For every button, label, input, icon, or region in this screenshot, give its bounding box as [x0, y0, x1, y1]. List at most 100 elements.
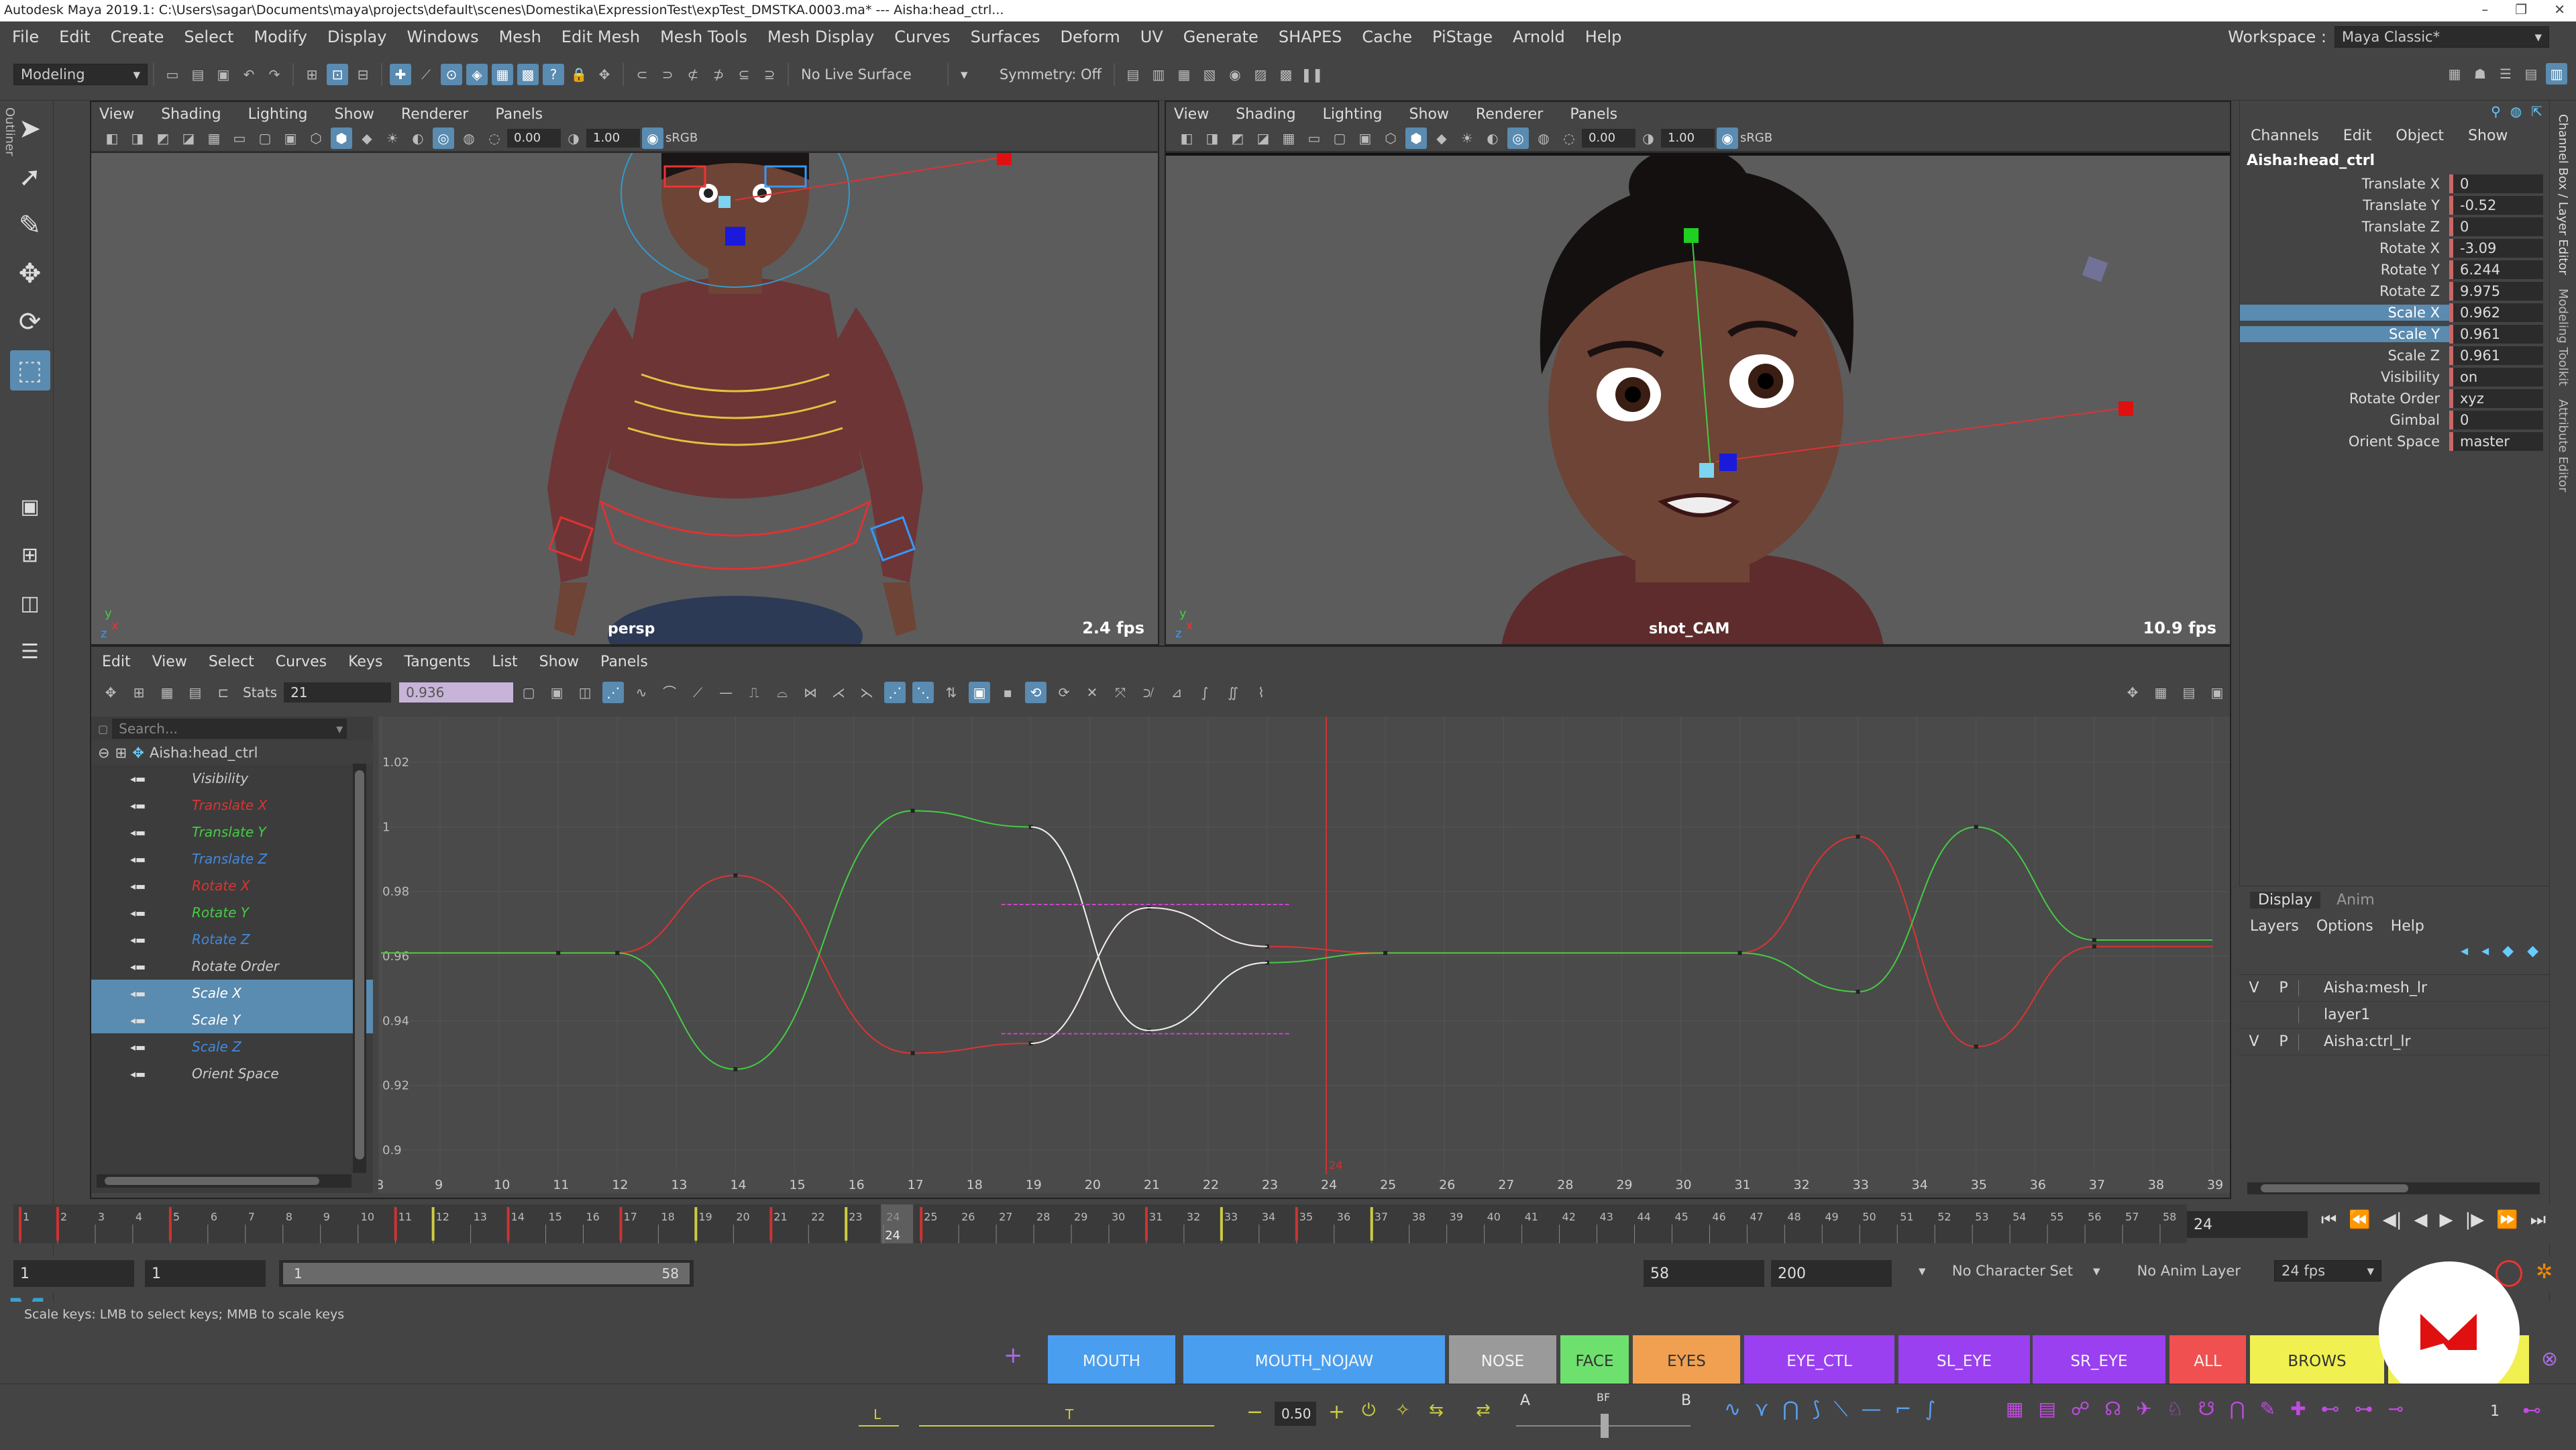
film-gate-icon[interactable]: ▭	[229, 127, 250, 149]
curve-shape-5-icon[interactable]: ⟍	[1833, 1398, 1847, 1421]
channelbox-menu-object[interactable]: Object	[2396, 127, 2444, 144]
channel-name[interactable]: Scale Y	[2240, 326, 2449, 342]
decrease-icon[interactable]: −	[1246, 1400, 1263, 1424]
layer-name[interactable]: layer1	[2318, 1006, 2370, 1023]
layer-name[interactable]: Aisha:mesh_lr	[2318, 980, 2427, 996]
curve-item-translate-x[interactable]: ◂▬ Translate X	[91, 792, 373, 819]
magnet-point-icon[interactable]: ⊄	[682, 64, 704, 85]
menu-arnold[interactable]: Arnold	[1513, 28, 1565, 46]
keyframe[interactable]	[556, 951, 561, 955]
keyframe[interactable]	[2092, 944, 2096, 949]
render-frame-icon[interactable]: ▥	[1148, 64, 1169, 85]
layer-visibility-toggle[interactable]: V	[2239, 1033, 2269, 1050]
menu-curves[interactable]: Curves	[894, 28, 950, 46]
ipr-render-icon[interactable]: ▦	[1173, 64, 1195, 85]
go-to-start-icon[interactable]: ⏮	[2321, 1210, 2337, 1231]
jaw-control[interactable]	[725, 227, 745, 246]
key-tick[interactable]	[694, 1207, 698, 1241]
linear-tangent-icon[interactable]: ⟋	[687, 682, 708, 703]
channel-value[interactable]: -3.09	[2449, 239, 2543, 258]
menu-display[interactable]: Display	[327, 28, 386, 46]
keyframe[interactable]	[1974, 1044, 1978, 1049]
curve-item-visibility[interactable]: ◂▬ Visibility	[91, 765, 373, 792]
menu-mesh[interactable]: Mesh	[499, 28, 541, 46]
expand-icon[interactable]: ⇱	[2531, 103, 2542, 119]
menu-windows[interactable]: Windows	[407, 28, 478, 46]
graph-menu-keys[interactable]: Keys	[348, 654, 382, 670]
channel-row-rotate-z[interactable]: Rotate Z 9.975	[2240, 280, 2549, 302]
bookmark-icon[interactable]: ◩	[1227, 127, 1248, 149]
add-shelf-button-icon[interactable]: +	[1004, 1342, 1023, 1369]
layer-name[interactable]: Aisha:ctrl_lr	[2318, 1033, 2411, 1050]
go-to-end-icon[interactable]: ⏭	[2530, 1210, 2546, 1231]
channelbox-menu-show[interactable]: Show	[2468, 127, 2508, 144]
keyframe[interactable]	[2092, 937, 2096, 942]
shelf-button-eye_ctl[interactable]: EYE_CTL	[1744, 1335, 1894, 1388]
resolution-gate-icon[interactable]: ▢	[1329, 127, 1350, 149]
menu-shapes[interactable]: SHAPES	[1279, 28, 1342, 46]
character-controls-icon[interactable]: ☗	[2469, 63, 2491, 85]
camera-icon[interactable]: ◧	[1176, 127, 1197, 149]
graph-menu-show[interactable]: Show	[539, 654, 579, 670]
lock-tangent-icon[interactable]: ⋱	[912, 682, 934, 703]
curve-item-orient-space[interactable]: ◂▬ Orient Space	[91, 1060, 373, 1087]
gate-mask-icon[interactable]: ▣	[1354, 127, 1376, 149]
curve-item-translate-y[interactable]: ◂▬ Translate Y	[91, 819, 373, 845]
head-y-control[interactable]	[1684, 228, 1699, 243]
buffer-curve-icon[interactable]: ⋈	[800, 682, 821, 703]
flat-tangent-icon[interactable]: —	[715, 682, 737, 703]
curve-shape-2-icon[interactable]: ⋎	[1754, 1398, 1769, 1421]
gamma-field[interactable]: 1.00	[586, 128, 640, 148]
tool-settings-icon[interactable]: ▤	[2520, 63, 2542, 85]
smooth-icon[interactable]: ∫	[1194, 682, 1216, 703]
channelbox-menu-channels[interactable]: Channels	[2251, 127, 2319, 144]
keyframe[interactable]	[1856, 834, 1860, 839]
channel-name[interactable]: Gimbal	[2240, 412, 2449, 428]
curve-shape-1-icon[interactable]: ∿	[1724, 1398, 1741, 1421]
select-hierarchy-icon[interactable]: ⊞	[301, 64, 323, 85]
redo-icon[interactable]: ↷	[264, 64, 285, 85]
layer-color-swatch[interactable]	[2298, 980, 2318, 996]
lights-icon[interactable]: ☀	[1456, 127, 1478, 149]
curve-item-rotate-y[interactable]: ◂▬ Rotate Y	[91, 899, 373, 926]
unify-tangent-icon[interactable]: ⋋	[856, 682, 877, 703]
viewport-menu-show[interactable]: Show	[335, 106, 374, 123]
layer-scrollbar[interactable]	[2247, 1182, 2540, 1194]
expand-icon[interactable]: ⊷	[2522, 1399, 2541, 1421]
graph-menu-curves[interactable]: Curves	[276, 654, 327, 670]
outliner-vscroll[interactable]	[353, 764, 366, 1173]
pose-tool-13-icon[interactable]: ⊸	[2388, 1398, 2404, 1420]
isolate-icon[interactable]: ◎	[1507, 127, 1529, 149]
menu-create[interactable]: Create	[111, 28, 164, 46]
key-tick[interactable]	[1295, 1207, 1298, 1241]
modeling-toolkit-icon[interactable]: ▦	[2444, 63, 2465, 85]
graph-menu-select[interactable]: Select	[209, 654, 254, 670]
textured-icon[interactable]: ◆	[1431, 127, 1452, 149]
anim-prefs-icon[interactable]: ✲	[2536, 1260, 2553, 1284]
curve-shape-6-icon[interactable]: —	[1861, 1398, 1881, 1421]
smooth-shade-icon[interactable]: ⬢	[1405, 127, 1427, 149]
channel-row-orient-space[interactable]: Orient Space master	[2240, 431, 2549, 452]
channel-value[interactable]: 0	[2449, 217, 2543, 236]
channel-name[interactable]: Orient Space	[2240, 433, 2449, 450]
pose-tool-10-icon[interactable]: ✚	[2290, 1398, 2306, 1420]
viewport-persp[interactable]: View Shading Lighting Show Renderer Panels ◧ …	[90, 101, 1159, 645]
image-plane-icon[interactable]: ◪	[178, 127, 199, 149]
key-tick[interactable]	[1370, 1207, 1373, 1241]
history-icon[interactable]: ?	[543, 64, 564, 85]
pose-tool-11-icon[interactable]: ⊷	[2321, 1398, 2340, 1420]
snap-curve-icon[interactable]: ⟋	[415, 64, 437, 85]
step-back-frame-icon[interactable]: ◀︎|	[2383, 1210, 2402, 1231]
lights-icon[interactable]: ☀	[382, 127, 403, 149]
shelf-close-icon[interactable]: ⊗	[2541, 1347, 2558, 1371]
menu-uv[interactable]: UV	[1140, 28, 1163, 46]
time-slider-svg[interactable]: 1234567891011121314151617181920212223242…	[0, 1204, 2187, 1243]
move-key-icon[interactable]: ✥	[100, 682, 121, 703]
resample-icon[interactable]: ⟉	[1138, 682, 1159, 703]
channel-name[interactable]: Translate Y	[2240, 197, 2449, 213]
channel-value[interactable]: master	[2449, 432, 2543, 451]
spline-tangent-icon[interactable]: ∿	[631, 682, 652, 703]
menu-modify[interactable]: Modify	[254, 28, 307, 46]
power-icon[interactable]: ⏻	[1362, 1400, 1376, 1421]
keyframe[interactable]	[910, 809, 915, 813]
